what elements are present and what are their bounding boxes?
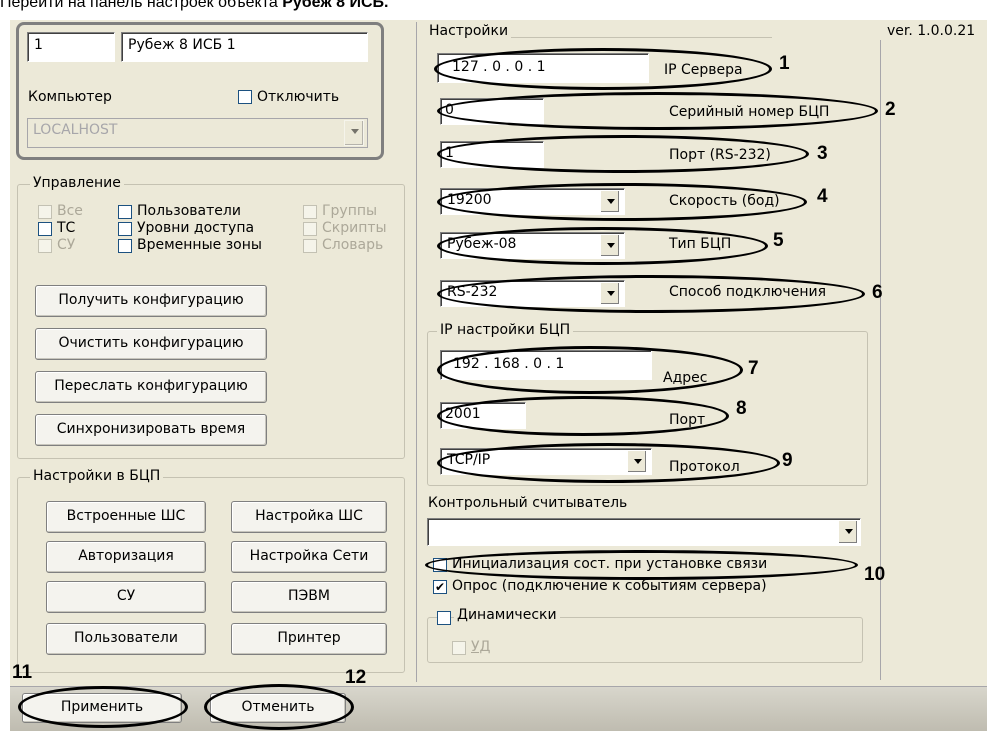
- sync-time-button[interactable]: Синхронизировать время: [35, 414, 267, 446]
- cb-users[interactable]: [118, 205, 132, 219]
- bcp-settings-title: Настройки в БЦП: [30, 468, 164, 484]
- printer-button[interactable]: Принтер: [231, 623, 387, 655]
- callout-oval-7: [437, 346, 743, 394]
- callout-oval-10: [425, 550, 858, 580]
- clear-config-button[interactable]: Очистить конфигурацию: [35, 328, 267, 360]
- network-settings-button[interactable]: Настройка Сети: [231, 541, 387, 573]
- callout-oval-3: [437, 135, 809, 173]
- cb-ts-label: ТС: [57, 220, 76, 236]
- authorization-button[interactable]: Авторизация: [46, 541, 206, 573]
- cb-scripts-label: Скрипты: [322, 220, 387, 236]
- callout-oval-11: [18, 686, 188, 728]
- computer-label: Компьютер: [28, 89, 112, 105]
- callout-9: 9: [782, 450, 793, 471]
- su-button[interactable]: СУ: [46, 581, 206, 613]
- callout-oval-1: [434, 48, 772, 90]
- callout-2: 2: [885, 99, 896, 120]
- left-separator: [416, 22, 417, 682]
- callout-oval-8: [437, 396, 729, 436]
- cb-ts[interactable]: [38, 222, 52, 236]
- send-config-button[interactable]: Переслать конфигурацию: [35, 371, 267, 403]
- computer-select[interactable]: LOCALHOST: [27, 118, 368, 148]
- cb-su[interactable]: [38, 239, 52, 253]
- page-caption: Перейти на панель настроек объекта Рубеж…: [0, 0, 389, 11]
- callout-oval-6: [437, 275, 865, 313]
- callout-3: 3: [817, 143, 828, 164]
- callout-oval-9: [437, 443, 780, 483]
- dynamic-checkbox[interactable]: [437, 611, 451, 625]
- poll-checkbox[interactable]: ✔: [433, 580, 447, 594]
- cb-all[interactable]: [38, 205, 52, 219]
- cb-scripts[interactable]: [303, 222, 317, 236]
- callout-11: 11: [12, 662, 33, 683]
- cb-time-zones[interactable]: [118, 239, 132, 253]
- reader-dropdown-icon[interactable]: [838, 520, 858, 544]
- reader-label: Контрольный считыватель: [428, 495, 628, 511]
- disable-checkbox[interactable]: [238, 90, 252, 104]
- callout-7: 7: [748, 358, 759, 379]
- control-title: Управление: [30, 175, 124, 191]
- version-label: ver. 1.0.0.21: [887, 23, 976, 39]
- cb-groups-label: Группы: [322, 203, 378, 219]
- shs-settings-button[interactable]: Настройка ШС: [231, 501, 387, 533]
- ud-label: УД: [471, 639, 491, 655]
- callout-oval-2: [437, 92, 878, 130]
- callout-8: 8: [736, 398, 747, 419]
- reader-select[interactable]: [427, 518, 861, 546]
- callout-12: 12: [345, 667, 367, 688]
- callout-6: 6: [872, 282, 883, 303]
- builtin-shs-button[interactable]: Встроенные ШС: [46, 501, 206, 533]
- object-id-field[interactable]: 1: [27, 32, 115, 62]
- callout-5: 5: [773, 230, 784, 251]
- cb-groups[interactable]: [303, 205, 317, 219]
- cb-dictionary-label: Словарь: [322, 237, 384, 253]
- cb-su-label: СУ: [57, 237, 76, 253]
- dynamic-group: [427, 617, 863, 663]
- object-name-field[interactable]: Рубеж 8 ИСБ 1: [121, 32, 368, 62]
- callout-oval-12: [204, 684, 354, 730]
- computer-dropdown-icon[interactable]: [344, 120, 364, 146]
- callout-1: 1: [779, 53, 790, 74]
- cb-access-levels-label: Уровни доступа: [137, 220, 255, 236]
- ud-checkbox[interactable]: [452, 641, 466, 655]
- settings-title: Настройки: [426, 23, 512, 39]
- dynamic-label: Динамически: [454, 607, 560, 623]
- cb-time-zones-label: Временные зоны: [137, 237, 262, 253]
- callout-4: 4: [817, 186, 828, 207]
- callout-oval-4: [437, 183, 807, 221]
- disable-label: Отключить: [257, 89, 340, 105]
- users-button[interactable]: Пользователи: [46, 623, 206, 655]
- cb-dictionary[interactable]: [303, 239, 317, 253]
- cb-access-levels[interactable]: [118, 222, 132, 236]
- cb-all-label: Все: [57, 203, 83, 219]
- ip-settings-title: IP настройки БЦП: [437, 322, 574, 338]
- cb-users-label: Пользователи: [137, 203, 241, 219]
- callout-oval-5: [437, 227, 768, 265]
- pevm-button[interactable]: ПЭВМ: [231, 581, 387, 613]
- callout-10: 10: [864, 564, 886, 585]
- get-config-button[interactable]: Получить конфигурацию: [35, 285, 267, 317]
- poll-label: Опрос (подключение к событиям сервера): [452, 578, 767, 594]
